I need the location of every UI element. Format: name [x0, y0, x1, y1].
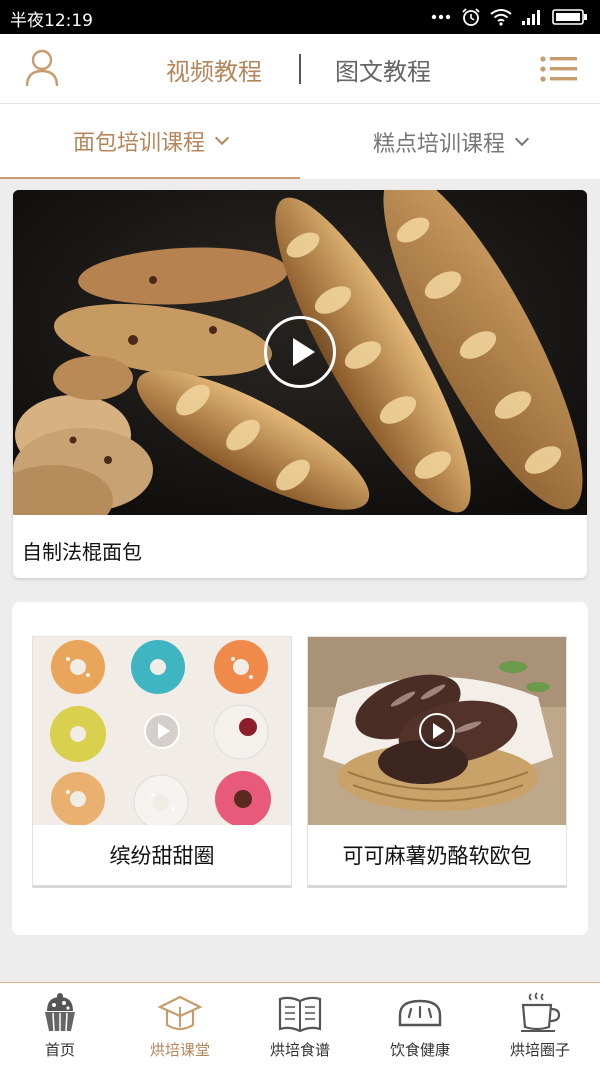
subtab-bread-courses[interactable]: 面包培训课程	[0, 104, 300, 179]
coffee-cup-icon	[521, 992, 561, 1032]
tab-baking-class-label: 烘培课堂	[149, 1041, 210, 1059]
tab-graphic-tutorials[interactable]: 图文教程	[335, 52, 431, 87]
video-card[interactable]: 缤纷甜甜圈	[32, 636, 292, 888]
subtab-pastry-label: 糕点培训课程	[372, 131, 505, 157]
alarm-icon	[462, 8, 480, 26]
video-thumbnail[interactable]	[308, 637, 566, 825]
signal-icon	[522, 10, 540, 25]
video-grid: 缤纷甜甜圈 可可麻薯奶酪软欧包	[12, 602, 588, 935]
recipe-book-icon	[278, 996, 322, 1033]
tab-baking-recipes-label: 烘培食谱	[269, 1041, 330, 1059]
video-card[interactable]: 可可麻薯奶酪软欧包	[307, 636, 567, 888]
tab-baking-recipes[interactable]: 烘培食谱	[240, 983, 360, 1067]
subtab-pastry-courses[interactable]: 糕点培训课程	[300, 104, 600, 179]
chevron-down-icon	[514, 131, 530, 146]
tab-diet-health-label: 饮食健康	[389, 1041, 450, 1059]
user-profile-icon[interactable]	[24, 48, 60, 88]
video-title[interactable]: 可可麻薯奶酪软欧包	[308, 825, 566, 885]
tab-baking-circle-label: 烘培圈子	[509, 1041, 570, 1059]
sub-nav: 面包培训课程 糕点培训课程	[0, 104, 600, 179]
play-icon[interactable]	[144, 713, 180, 749]
chevron-down-icon	[214, 130, 230, 145]
tab-baking-circle[interactable]: 烘培圈子	[480, 983, 600, 1067]
cupcake-icon	[45, 993, 75, 1032]
tab-home-label: 首页	[44, 1041, 75, 1059]
bottom-tab-bar: 首页 烘培课堂 烘培食谱 饮食健康 烘培圈子	[0, 982, 600, 1067]
subtab-bread-label: 面包培训课程	[72, 130, 205, 156]
video-title[interactable]: 缤纷甜甜圈	[33, 825, 291, 885]
status-icons	[430, 7, 588, 27]
top-nav: 视频教程 图文教程	[0, 34, 600, 104]
bread-loaf-icon	[398, 999, 442, 1027]
tab-home[interactable]: 首页	[0, 983, 120, 1067]
video-thumbnail[interactable]	[33, 637, 291, 825]
play-icon[interactable]	[264, 316, 336, 388]
menu-list-icon[interactable]	[540, 56, 578, 82]
more-dots-icon	[431, 14, 451, 20]
featured-video-title[interactable]: 自制法棍面包	[22, 536, 142, 565]
status-time: 半夜12:19	[10, 11, 93, 31]
tab-baking-class[interactable]: 烘培课堂	[120, 983, 240, 1067]
featured-video-thumbnail[interactable]	[13, 190, 587, 515]
featured-video-card[interactable]: 自制法棍面包	[13, 190, 587, 578]
graduation-cap-icon	[157, 995, 203, 1031]
tab-diet-health[interactable]: 饮食健康	[360, 983, 480, 1067]
tab-divider	[299, 54, 301, 84]
play-icon[interactable]	[419, 713, 455, 749]
wifi-icon	[490, 9, 512, 26]
tab-video-tutorials[interactable]: 视频教程	[166, 52, 262, 87]
battery-icon	[552, 9, 587, 25]
status-bar: 半夜12:19	[0, 0, 600, 34]
